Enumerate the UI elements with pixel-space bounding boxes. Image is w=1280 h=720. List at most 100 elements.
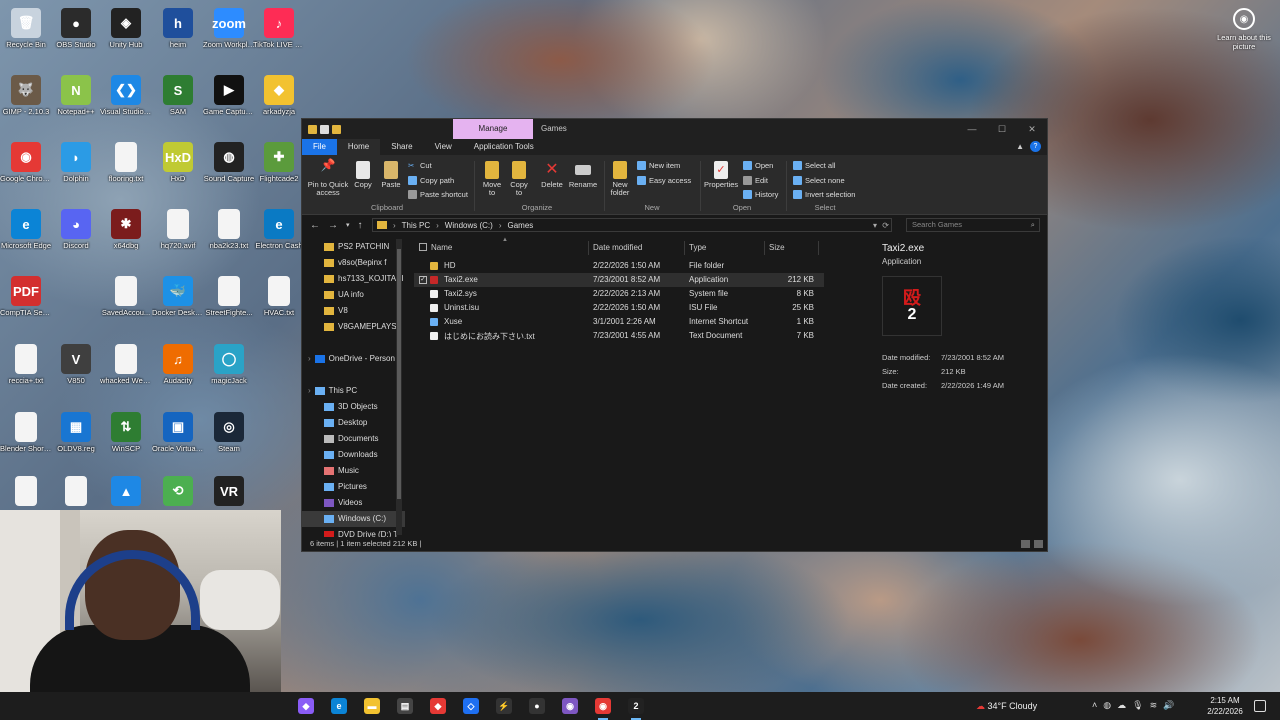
recent-chevron-icon[interactable]: ▾	[346, 221, 350, 229]
forward-arrow-icon[interactable]: →	[328, 220, 338, 231]
copy-to-button[interactable]: Copy to	[507, 161, 531, 197]
refresh-icon[interactable]: ⟳	[882, 221, 889, 230]
learn-about-picture[interactable]: ◉ Learn about this picture	[1216, 8, 1272, 51]
desktop-icon[interactable]: e Microsoft Edge	[0, 205, 52, 267]
desktop-icon[interactable]: ◕ Discord	[50, 205, 102, 267]
chrome-icon[interactable]: ◉	[595, 698, 611, 714]
close-icon[interactable]: ✕	[1017, 119, 1047, 139]
file-explorer-icon[interactable]: ▬	[364, 698, 380, 714]
paste-shortcut-button[interactable]: Paste shortcut	[408, 190, 468, 199]
edge-icon[interactable]: e	[331, 698, 347, 714]
desktop-icon[interactable]: HVAC.txt	[253, 272, 305, 334]
desktop-icon[interactable]: ◗ Dolphin	[50, 138, 102, 200]
minimize-icon[interactable]: —	[957, 119, 987, 139]
move-to-button[interactable]: Move to	[480, 161, 504, 197]
nav-item[interactable]: PS2 PATCHIN	[302, 239, 405, 255]
tab-share[interactable]: Share	[380, 139, 423, 155]
desktop-icon[interactable]: ◍ Sound Capture	[203, 138, 255, 200]
file-row[interactable]: Taxi2.sys 2/22/2026 2:13 AM System file 8 K…	[414, 287, 824, 301]
folder-icon[interactable]	[308, 124, 317, 134]
collapse-ribbon-icon[interactable]: ▲	[1016, 142, 1024, 151]
cut-button[interactable]: ✂ Cut	[408, 161, 432, 170]
desktop-icon[interactable]: ◉ Google Chrome	[0, 138, 52, 200]
select-none-button[interactable]: Select none	[793, 176, 845, 185]
tab-file[interactable]: File	[302, 139, 337, 155]
address-dropdown-icon[interactable]: ▾	[873, 221, 877, 230]
paste-button[interactable]: Paste	[379, 161, 403, 189]
properties-button[interactable]: ✓ Properties	[704, 161, 738, 189]
nav-item[interactable]: Documents	[302, 431, 405, 447]
taxi2-icon[interactable]: 2	[628, 698, 644, 714]
desktop-icon[interactable]	[253, 340, 305, 402]
desktop-icon[interactable]: ⟲	[152, 472, 204, 506]
nav-scrollbar[interactable]	[396, 239, 402, 535]
column-name[interactable]: Name	[431, 243, 452, 252]
desktop-icon[interactable]: ● OBS Studio	[50, 4, 102, 66]
column-date-modified[interactable]: Date modified	[593, 243, 642, 252]
select-all-button[interactable]: Select all	[793, 161, 835, 170]
file-row[interactable]: HD 2/22/2026 1:50 AM File folder	[414, 259, 824, 273]
manage-context-tab[interactable]: Manage	[453, 119, 533, 139]
pin-quick-access-button[interactable]: 📌 Pin to Quick access	[306, 159, 350, 197]
desktop-icon[interactable]: hq720.avif	[152, 205, 204, 267]
edit-button[interactable]: Edit	[743, 176, 768, 185]
file-explorer-window[interactable]: Manage Games — ☐ ✕ File Home Share View …	[301, 118, 1048, 552]
desktop-icon[interactable]: 🐳 Docker Desktop	[152, 272, 204, 334]
desktop-icon[interactable]: PDF CompTIA Security+	[0, 272, 52, 334]
details-view-icon[interactable]	[1021, 540, 1030, 548]
desktop-icon[interactable]: SavedAccou...	[100, 272, 152, 334]
clock[interactable]: 2:15 AM 2/22/2026	[1203, 695, 1247, 717]
nav-item[interactable]: Pictures	[302, 479, 405, 495]
desktop-icon[interactable]: ▶ Game Capture HD	[203, 71, 255, 133]
desktop-icon[interactable]: e Electron Cash	[253, 205, 305, 267]
desktop-icon[interactable]: whacked Weapon...	[100, 340, 152, 402]
search-input[interactable]: Search Games ⌕	[906, 218, 1040, 232]
breadcrumb-games[interactable]: Games	[507, 221, 533, 230]
desktop-icon[interactable]: StreetFighte...	[203, 272, 255, 334]
desktop-icon[interactable]: 🐺 GIMP - 2.10.3	[0, 71, 52, 133]
breadcrumb-this-pc[interactable]: This PC	[402, 221, 430, 230]
new-folder-icon[interactable]	[332, 124, 341, 134]
nav-item[interactable]: Music	[302, 463, 405, 479]
back-arrow-icon[interactable]: ←	[310, 220, 320, 231]
desktop-icon[interactable]: N Notepad++	[50, 71, 102, 133]
desktop-icon[interactable]: h heim	[152, 4, 204, 66]
nav-item[interactable]: UA info	[302, 287, 405, 303]
desktop-icon[interactable]: ♫ Audacity	[152, 340, 204, 402]
history-button[interactable]: History	[743, 190, 778, 199]
desktop-icon[interactable]: flooring.txt	[100, 138, 152, 200]
obs-icon[interactable]: ●	[529, 698, 545, 714]
file-row[interactable]: Xuse 3/1/2001 2:26 AM Internet Shortcut 1 K…	[414, 315, 824, 329]
nav-item[interactable]: V8GAMEPLAYS	[302, 319, 405, 335]
weather-widget[interactable]: ☁ 34°F Cloudy	[976, 692, 1037, 720]
desktop-icon[interactable]: ❮❯ Visual Studio Code	[100, 71, 152, 133]
nav-item[interactable]: 3D Objects	[302, 399, 405, 415]
nav-item[interactable]: Videos	[302, 495, 405, 511]
app-red-icon[interactable]: ◆	[430, 698, 446, 714]
desktop-icon[interactable]: zoom Zoom Workplace	[203, 4, 255, 66]
app-purple-icon[interactable]: ◉	[562, 698, 578, 714]
title-bar[interactable]: Manage Games — ☐ ✕	[302, 119, 1047, 139]
desktop-icon[interactable]: ✚ Flightcade2	[253, 138, 305, 200]
desktop-icon[interactable]: ▦ OLDV8.reg	[50, 408, 102, 470]
large-icons-view-icon[interactable]	[1034, 540, 1043, 548]
copy-button[interactable]: Copy	[352, 161, 374, 189]
desktop-icon[interactable]: ✱ x64dbg	[100, 205, 152, 267]
breadcrumb-windows-c[interactable]: Windows (C:)	[445, 221, 493, 230]
desktop-icon[interactable]: V V850	[50, 340, 102, 402]
desktop-icon[interactable]	[50, 472, 102, 506]
up-arrow-icon[interactable]: ↑	[358, 220, 363, 231]
microphone-icon[interactable]: 🎙	[1132, 700, 1143, 711]
onedrive-icon[interactable]: ☁	[1117, 700, 1126, 711]
new-item-button[interactable]: New item	[637, 161, 680, 170]
desktop-icon[interactable]: ◆ arkadyzja	[253, 71, 305, 133]
navigation-pane[interactable]: PS2 PATCHIN v8so(Bepinx f hs7133_KOJITAXI U…	[302, 239, 405, 539]
file-row[interactable]: はじめにお読み下さい.txt 7/23/2001 4:55 AM Text Docu…	[414, 329, 824, 343]
properties-icon[interactable]	[320, 124, 329, 134]
dropbox-icon[interactable]: ◇	[463, 698, 479, 714]
delete-button[interactable]: ✕ Delete	[540, 161, 564, 189]
open-button[interactable]: Open	[743, 161, 773, 170]
expand-chevron-icon[interactable]: ›	[308, 386, 311, 395]
nav-item[interactable]: Windows (C:)	[302, 511, 405, 527]
desktop-icon[interactable]: ♪ TikTok LIVE Studio	[253, 4, 305, 66]
